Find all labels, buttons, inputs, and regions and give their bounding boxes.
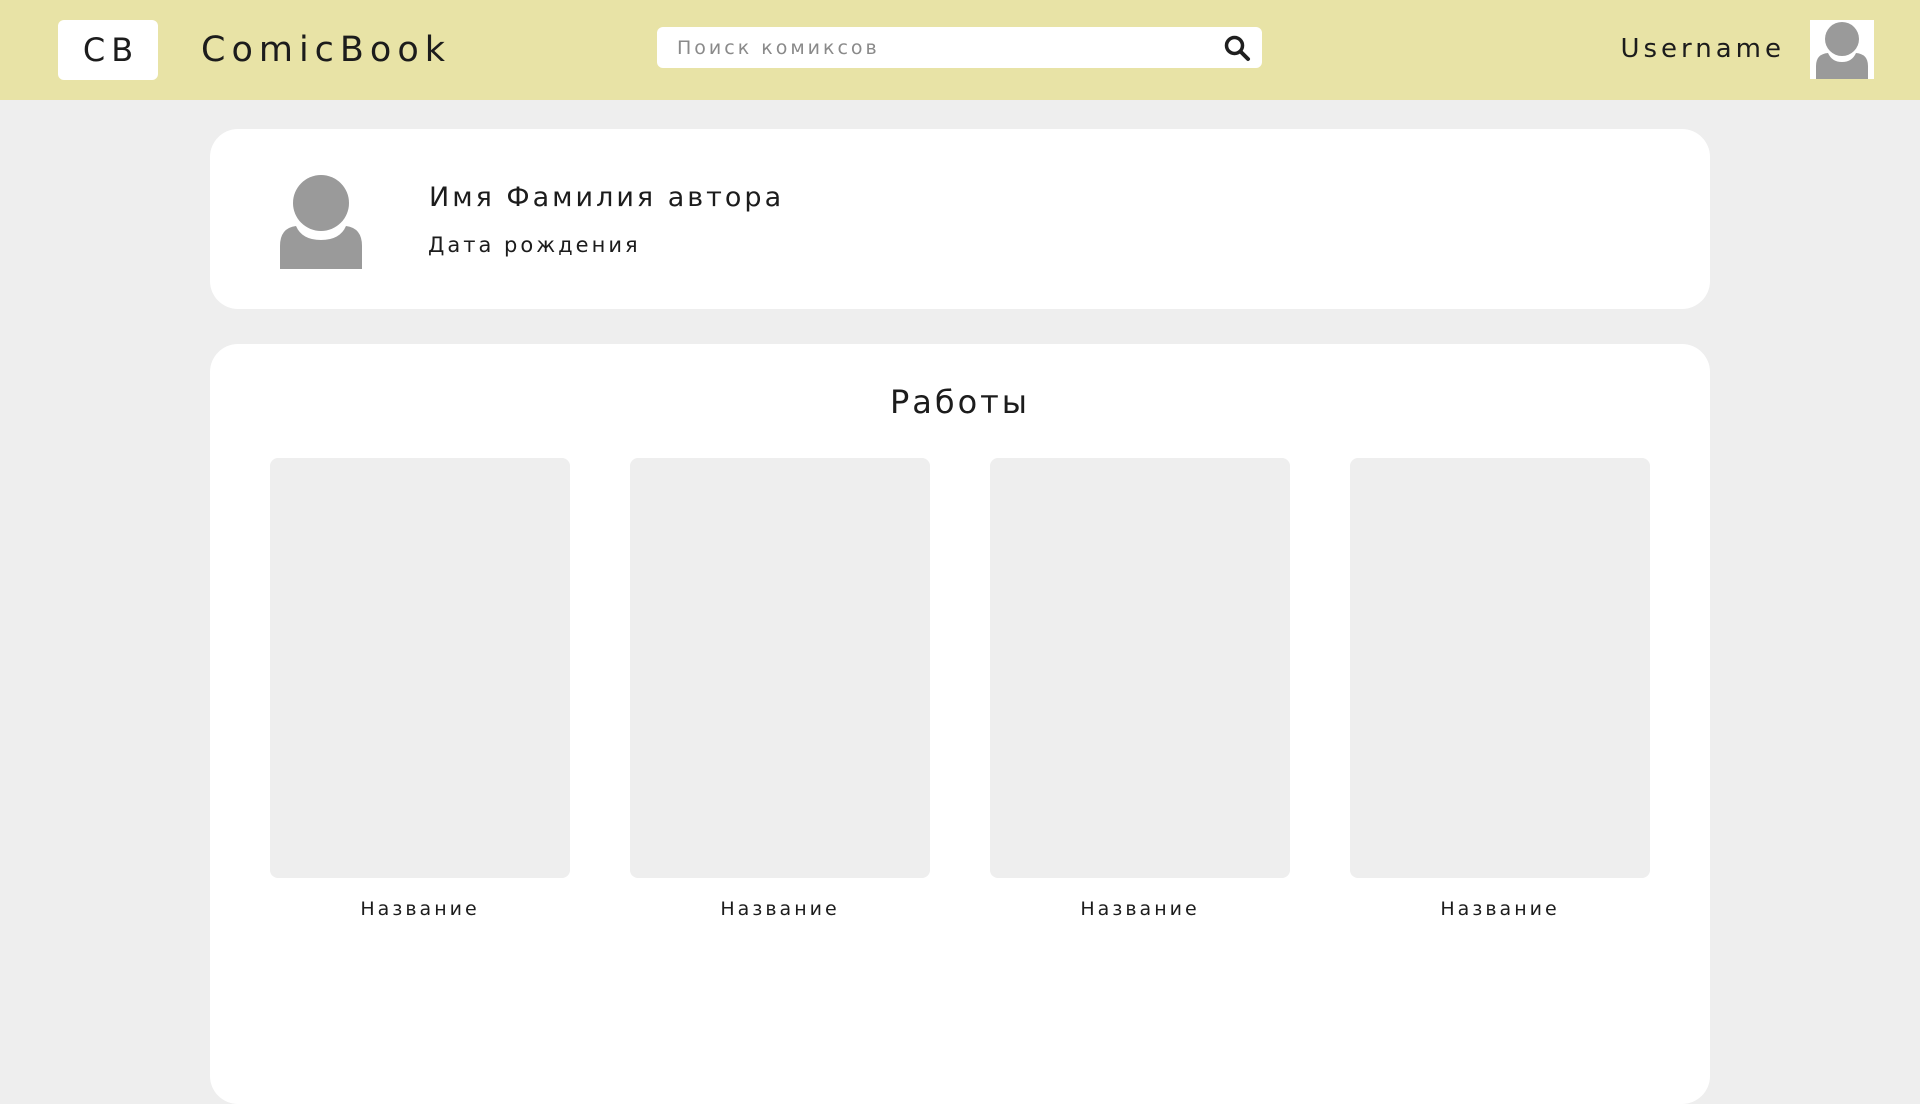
logo-button[interactable]: CB	[58, 20, 158, 80]
username-label[interactable]: Username	[1620, 29, 1785, 69]
work-item[interactable]: Название	[630, 458, 930, 922]
work-cover[interactable]	[630, 458, 930, 878]
brand-name[interactable]: ComicBook	[201, 27, 451, 73]
search-bar	[657, 27, 1262, 68]
work-title[interactable]: Название	[270, 896, 570, 922]
author-name: Имя Фамилия автора	[429, 182, 785, 213]
author-card: Имя Фамилия автора Дата рождения	[210, 129, 1710, 309]
work-title[interactable]: Название	[630, 896, 930, 922]
search-icon[interactable]	[1223, 34, 1251, 62]
work-item[interactable]: Название	[1350, 458, 1650, 922]
work-item[interactable]: Название	[990, 458, 1290, 922]
work-cover[interactable]	[990, 458, 1290, 878]
user-avatar[interactable]	[1810, 20, 1874, 79]
work-title[interactable]: Название	[1350, 896, 1650, 922]
author-avatar-icon	[280, 175, 362, 269]
top-header: CB ComicBook Username	[0, 0, 1920, 100]
works-card: Работы Название Название Название Назван…	[210, 344, 1710, 1104]
work-cover[interactable]	[270, 458, 570, 878]
user-avatar-icon	[1816, 22, 1868, 79]
work-cover[interactable]	[1350, 458, 1650, 878]
author-birth-date: Дата рождения	[428, 233, 641, 257]
search-input[interactable]	[677, 27, 1197, 68]
works-title: Работы	[889, 383, 1031, 421]
work-title[interactable]: Название	[990, 896, 1290, 922]
work-item[interactable]: Название	[270, 458, 570, 922]
